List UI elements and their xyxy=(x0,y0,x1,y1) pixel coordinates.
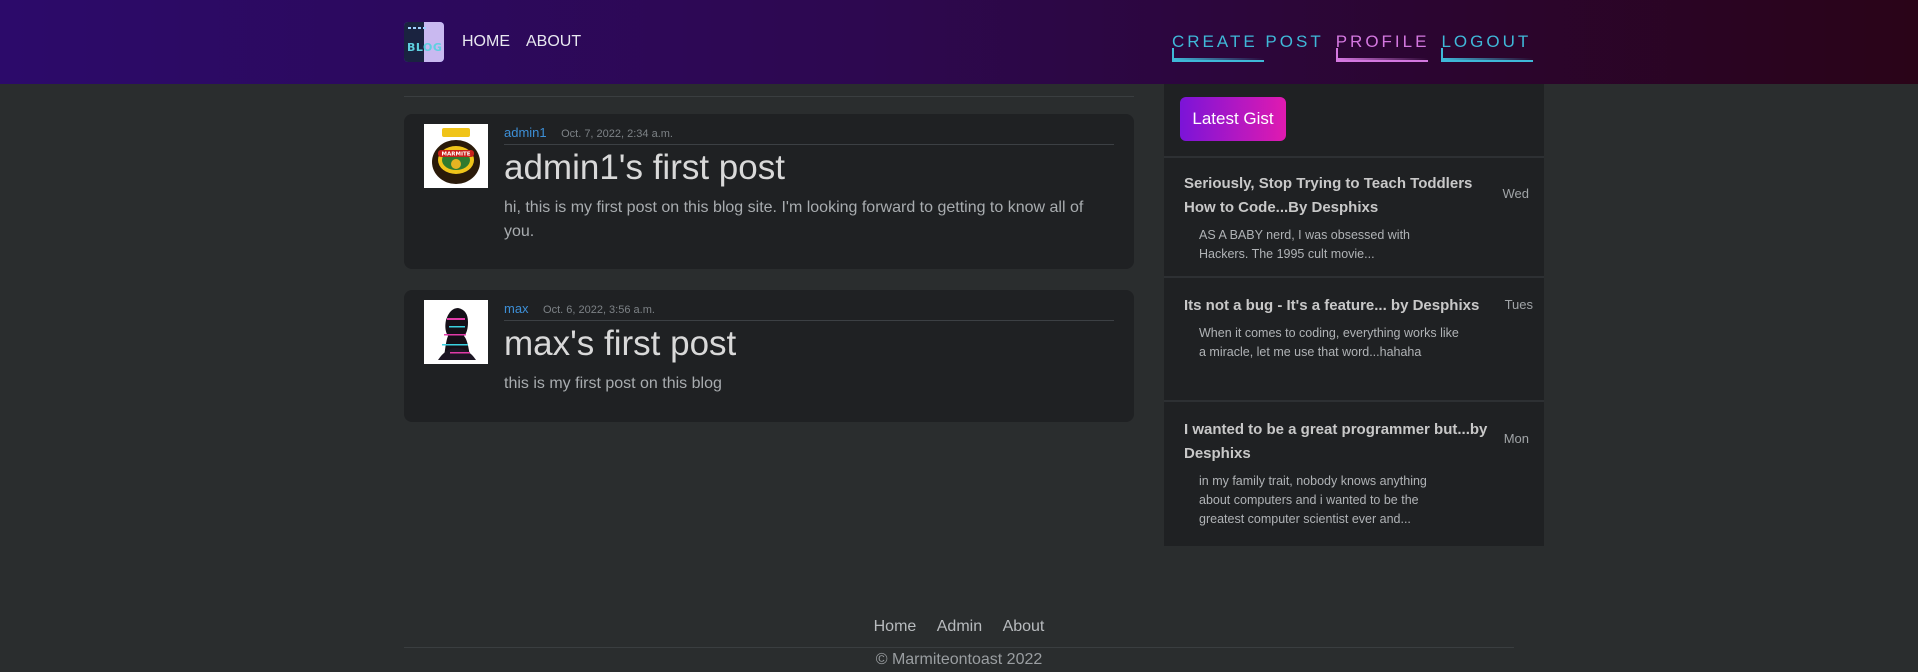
post-body: this is my first post on this blog xyxy=(504,375,722,392)
nav-underline-decoration xyxy=(1335,48,1428,62)
gist-day: Wed xyxy=(1502,186,1530,201)
gist-title[interactable]: Seriously, Stop Trying to Teach Toddlers… xyxy=(1184,172,1499,220)
latest-gist-button[interactable]: Latest Gist xyxy=(1180,97,1286,141)
gist-item[interactable]: Wed Seriously, Stop Trying to Teach Todd… xyxy=(1184,172,1529,264)
sidebar-divider xyxy=(1164,276,1544,278)
gist-title[interactable]: Its not a bug - It's a feature... by Des… xyxy=(1184,294,1504,318)
nav-underline-decoration xyxy=(1172,48,1264,62)
post-card: MARMITE admin1 Oct. 7, 2022, 2:34 a.m. a… xyxy=(404,114,1134,269)
nav-logout-link[interactable]: LOGOUT xyxy=(1441,32,1534,62)
nav-left-links: HOME ABOUT xyxy=(462,33,581,51)
sidebar-divider xyxy=(1164,400,1544,402)
author-avatar[interactable]: MARMITE xyxy=(424,124,488,188)
logo-dots xyxy=(408,27,428,29)
footer-home-link[interactable]: Home xyxy=(874,618,917,635)
footer-admin-link[interactable]: Admin xyxy=(937,618,982,635)
post-date: Oct. 6, 2022, 3:56 a.m. xyxy=(543,304,655,316)
sidebar-divider xyxy=(1164,156,1544,158)
glitch-figure-icon xyxy=(424,300,488,364)
latest-gist-sidebar: Latest Gist Wed Seriously, Stop Trying t… xyxy=(1164,84,1544,546)
footer-links: Home Admin About xyxy=(0,618,1918,636)
footer-about-link[interactable]: About xyxy=(1003,618,1045,635)
footer-divider xyxy=(404,647,1514,648)
post-body: hi, this is my first post on this blog s… xyxy=(504,199,1084,240)
nav-profile-link[interactable]: PROFILE xyxy=(1335,32,1430,62)
post-title[interactable]: max's first post xyxy=(504,324,736,364)
author-avatar[interactable] xyxy=(424,300,488,364)
post-title[interactable]: admin1's first post xyxy=(504,148,785,188)
post-meta: max Oct. 6, 2022, 3:56 a.m. xyxy=(504,300,1114,321)
gist-item[interactable]: Mon I wanted to be a great programmer bu… xyxy=(1184,418,1529,529)
gist-item[interactable]: Tues Its not a bug - It's a feature... b… xyxy=(1184,294,1533,362)
nav-right-links: CREATE POST PROFILE LOGOUT xyxy=(1172,32,1534,62)
svg-text:MARMITE: MARMITE xyxy=(442,152,471,158)
marmite-jar-icon: MARMITE xyxy=(424,124,488,188)
gist-title[interactable]: I wanted to be a great programmer but...… xyxy=(1184,418,1499,466)
post-author-link[interactable]: admin1 xyxy=(504,125,547,140)
post-card: max Oct. 6, 2022, 3:56 a.m. max's first … xyxy=(404,290,1134,422)
gist-day: Mon xyxy=(1503,431,1529,446)
nav-create-post-link[interactable]: CREATE POST xyxy=(1172,32,1324,62)
gist-description: in my family trait, nobody knows anythin… xyxy=(1199,474,1427,526)
nav-home-link[interactable]: HOME xyxy=(462,33,510,51)
blog-logo[interactable]: BLOG xyxy=(404,22,444,62)
nav-underline-decoration xyxy=(1441,48,1534,62)
post-date: Oct. 7, 2022, 2:34 a.m. xyxy=(561,128,673,140)
nav-about-link[interactable]: ABOUT xyxy=(526,33,581,51)
gist-description: When it comes to coding, everything work… xyxy=(1199,326,1459,359)
post-author-link[interactable]: max xyxy=(504,301,529,316)
post-meta: admin1 Oct. 7, 2022, 2:34 a.m. xyxy=(504,124,1114,145)
gist-day: Tues xyxy=(1504,297,1533,312)
content-divider xyxy=(404,96,1134,97)
logo-text: BLOG xyxy=(407,41,443,54)
gist-description: AS A BABY nerd, I was obsessed with Hack… xyxy=(1199,228,1410,261)
navbar: BLOG HOME ABOUT CREATE POST PROFILE LOGO… xyxy=(0,0,1918,84)
copyright-text: © Marmiteontoast 2022 xyxy=(875,651,1043,668)
